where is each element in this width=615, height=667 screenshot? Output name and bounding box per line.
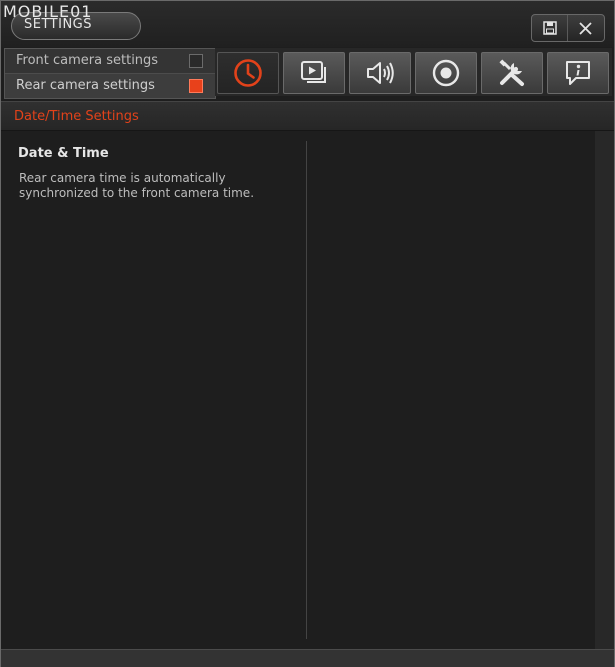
settings-toolbar	[215, 48, 612, 96]
tab-information[interactable]	[547, 52, 609, 94]
window-controls	[531, 14, 605, 42]
record-icon	[432, 59, 460, 87]
tab-date-time[interactable]	[217, 52, 279, 94]
settings-window: SETTINGS MOBILE01 Front camera settings	[0, 0, 615, 667]
settings-content: Date & Time Rear camera time is automati…	[1, 131, 614, 649]
floppy-disk-icon	[542, 21, 557, 35]
close-button[interactable]	[568, 15, 603, 41]
tab-video[interactable]	[283, 52, 345, 94]
close-icon	[579, 21, 592, 35]
rear-camera-label: Rear camera settings	[16, 78, 155, 93]
logo-text: MOBILE01	[3, 2, 93, 21]
section-header: Date/Time Settings	[1, 101, 614, 131]
camera-selector: Front camera settings Rear camera settin…	[4, 48, 216, 99]
rear-camera-option[interactable]: Rear camera settings	[5, 74, 215, 98]
save-button[interactable]	[532, 15, 568, 41]
status-bar	[1, 649, 614, 667]
front-camera-option[interactable]: Front camera settings	[5, 49, 215, 74]
info-icon	[566, 61, 590, 85]
front-camera-indicator	[189, 54, 203, 68]
rear-camera-indicator	[189, 79, 203, 93]
tools-icon	[499, 59, 524, 86]
video-playback-icon	[301, 61, 326, 83]
tab-sound[interactable]	[349, 52, 411, 94]
title-bar: SETTINGS MOBILE01	[1, 1, 614, 47]
clock-icon	[234, 59, 262, 87]
section-title: Date/Time Settings	[14, 109, 139, 124]
date-time-heading: Date & Time	[18, 146, 109, 161]
app-logo: MOBILE01	[3, 2, 127, 38]
column-divider	[306, 141, 307, 639]
date-time-description: Rear camera time is automatically synchr…	[19, 171, 255, 200]
scrollbar[interactable]	[595, 131, 614, 649]
front-camera-label: Front camera settings	[16, 53, 159, 68]
tab-system-tools[interactable]	[481, 52, 543, 94]
tab-recording[interactable]	[415, 52, 477, 94]
speaker-icon	[367, 62, 394, 84]
